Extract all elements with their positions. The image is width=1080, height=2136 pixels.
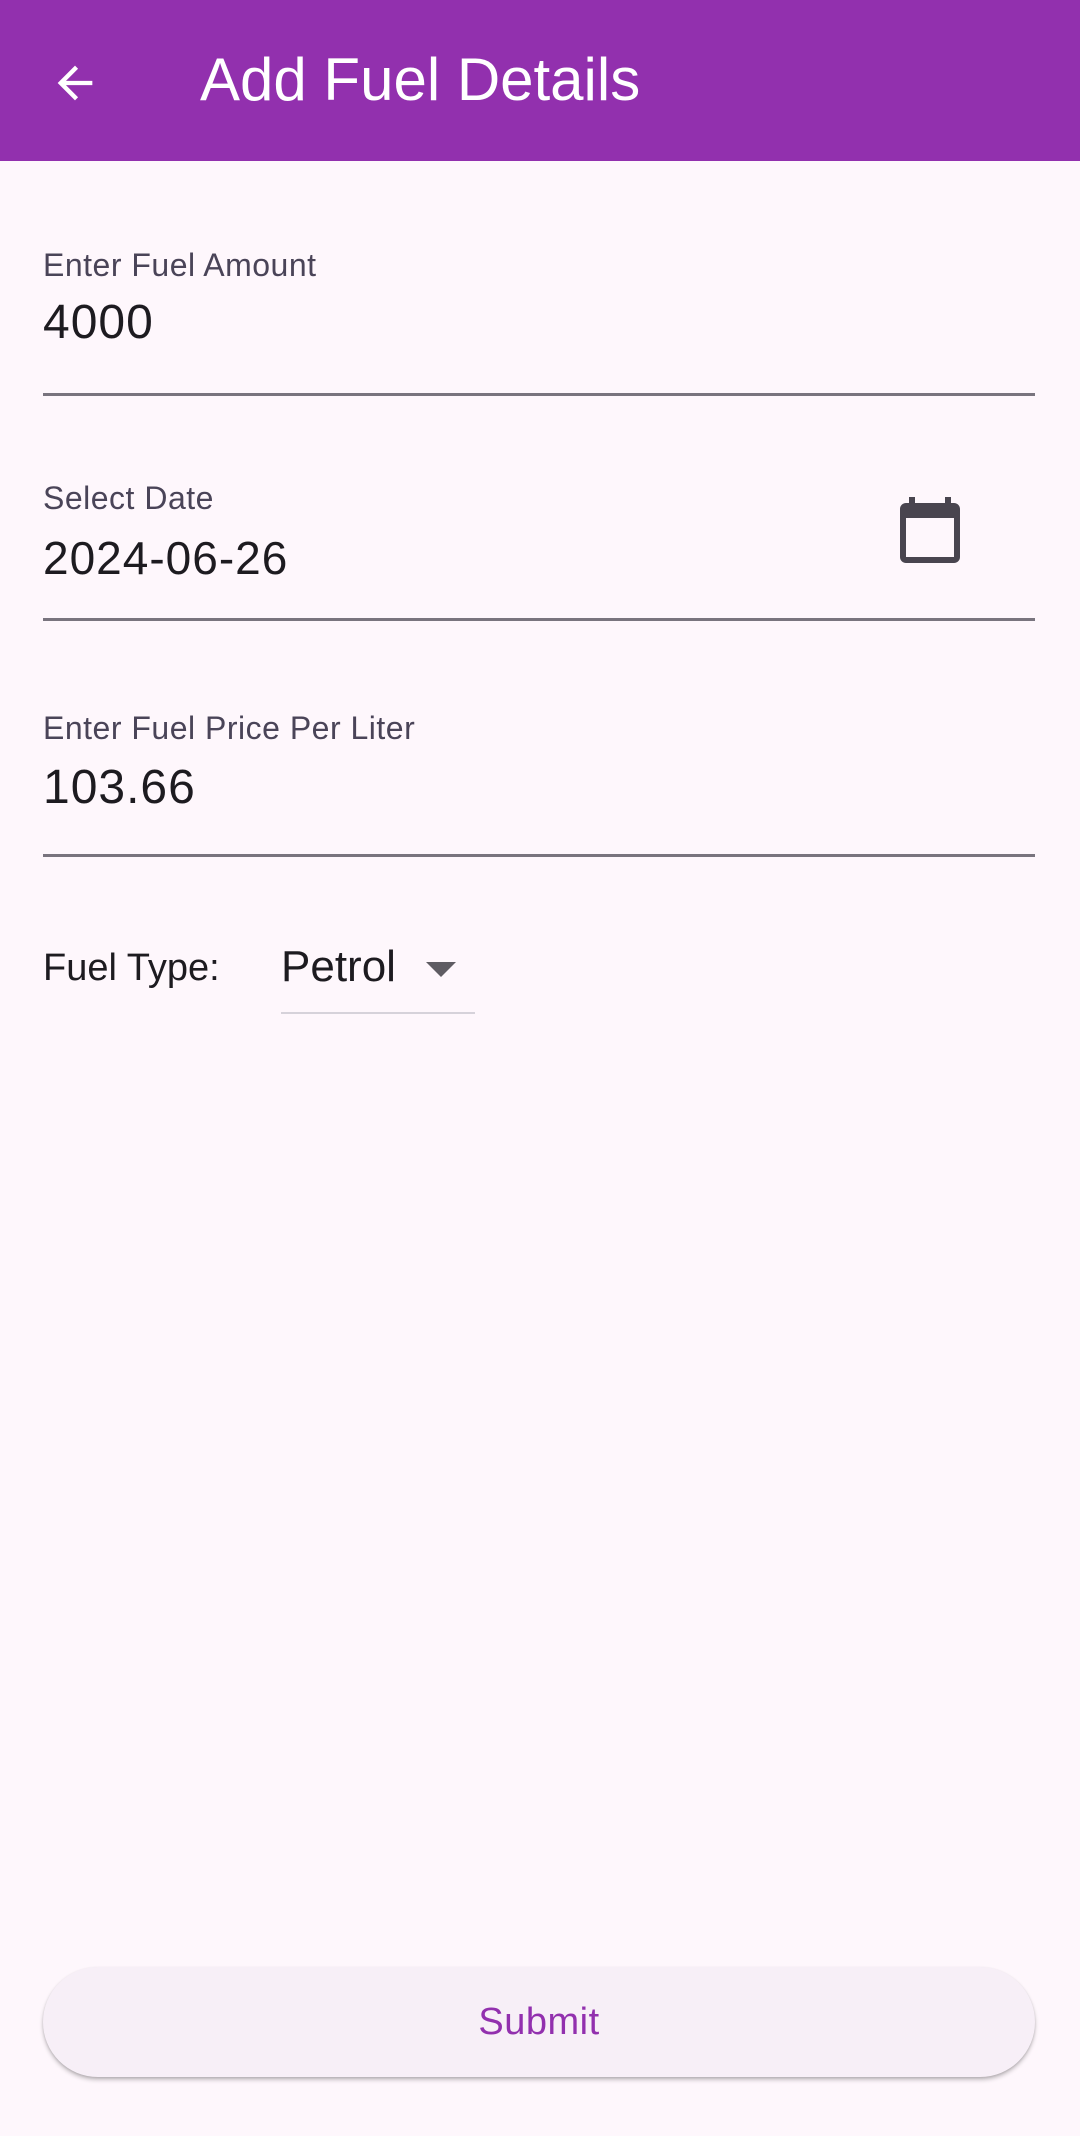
dropdown-arrow-icon <box>426 962 456 977</box>
calendar-icon <box>900 497 960 563</box>
page-title: Add Fuel Details <box>200 46 641 113</box>
fuel-price-label: Enter Fuel Price Per Liter <box>43 710 416 746</box>
fuel-amount-label: Enter Fuel Amount <box>43 247 317 283</box>
fuel-type-selected: Petrol <box>281 942 396 991</box>
date-input[interactable]: 2024-06-26 <box>43 530 288 586</box>
submit-button[interactable]: Submit <box>43 1967 1035 2077</box>
fuel-type-label: Fuel Type: <box>43 947 220 989</box>
back-button[interactable] <box>41 49 109 117</box>
fuel-type-underline <box>281 1012 475 1014</box>
calendar-button[interactable] <box>890 490 970 570</box>
arrow-back-icon <box>57 65 93 101</box>
fuel-price-input[interactable]: 103.66 <box>43 760 196 816</box>
date-field[interactable]: Select Date 2024-06-26 <box>43 475 1035 625</box>
fuel-amount-input[interactable]: 4000 <box>43 295 154 351</box>
submit-label: Submit <box>478 2000 600 2043</box>
date-label: Select Date <box>43 480 214 516</box>
fuel-type-dropdown[interactable]: Petrol <box>281 932 475 1014</box>
fuel-amount-field[interactable]: Enter Fuel Amount 4000 <box>43 240 1035 400</box>
fuel-amount-underline <box>43 393 1035 396</box>
app-bar: Add Fuel Details <box>0 0 1080 161</box>
fuel-price-field[interactable]: Enter Fuel Price Per Liter 103.66 <box>43 705 1035 865</box>
fuel-price-underline <box>43 854 1035 857</box>
date-underline <box>43 618 1035 621</box>
